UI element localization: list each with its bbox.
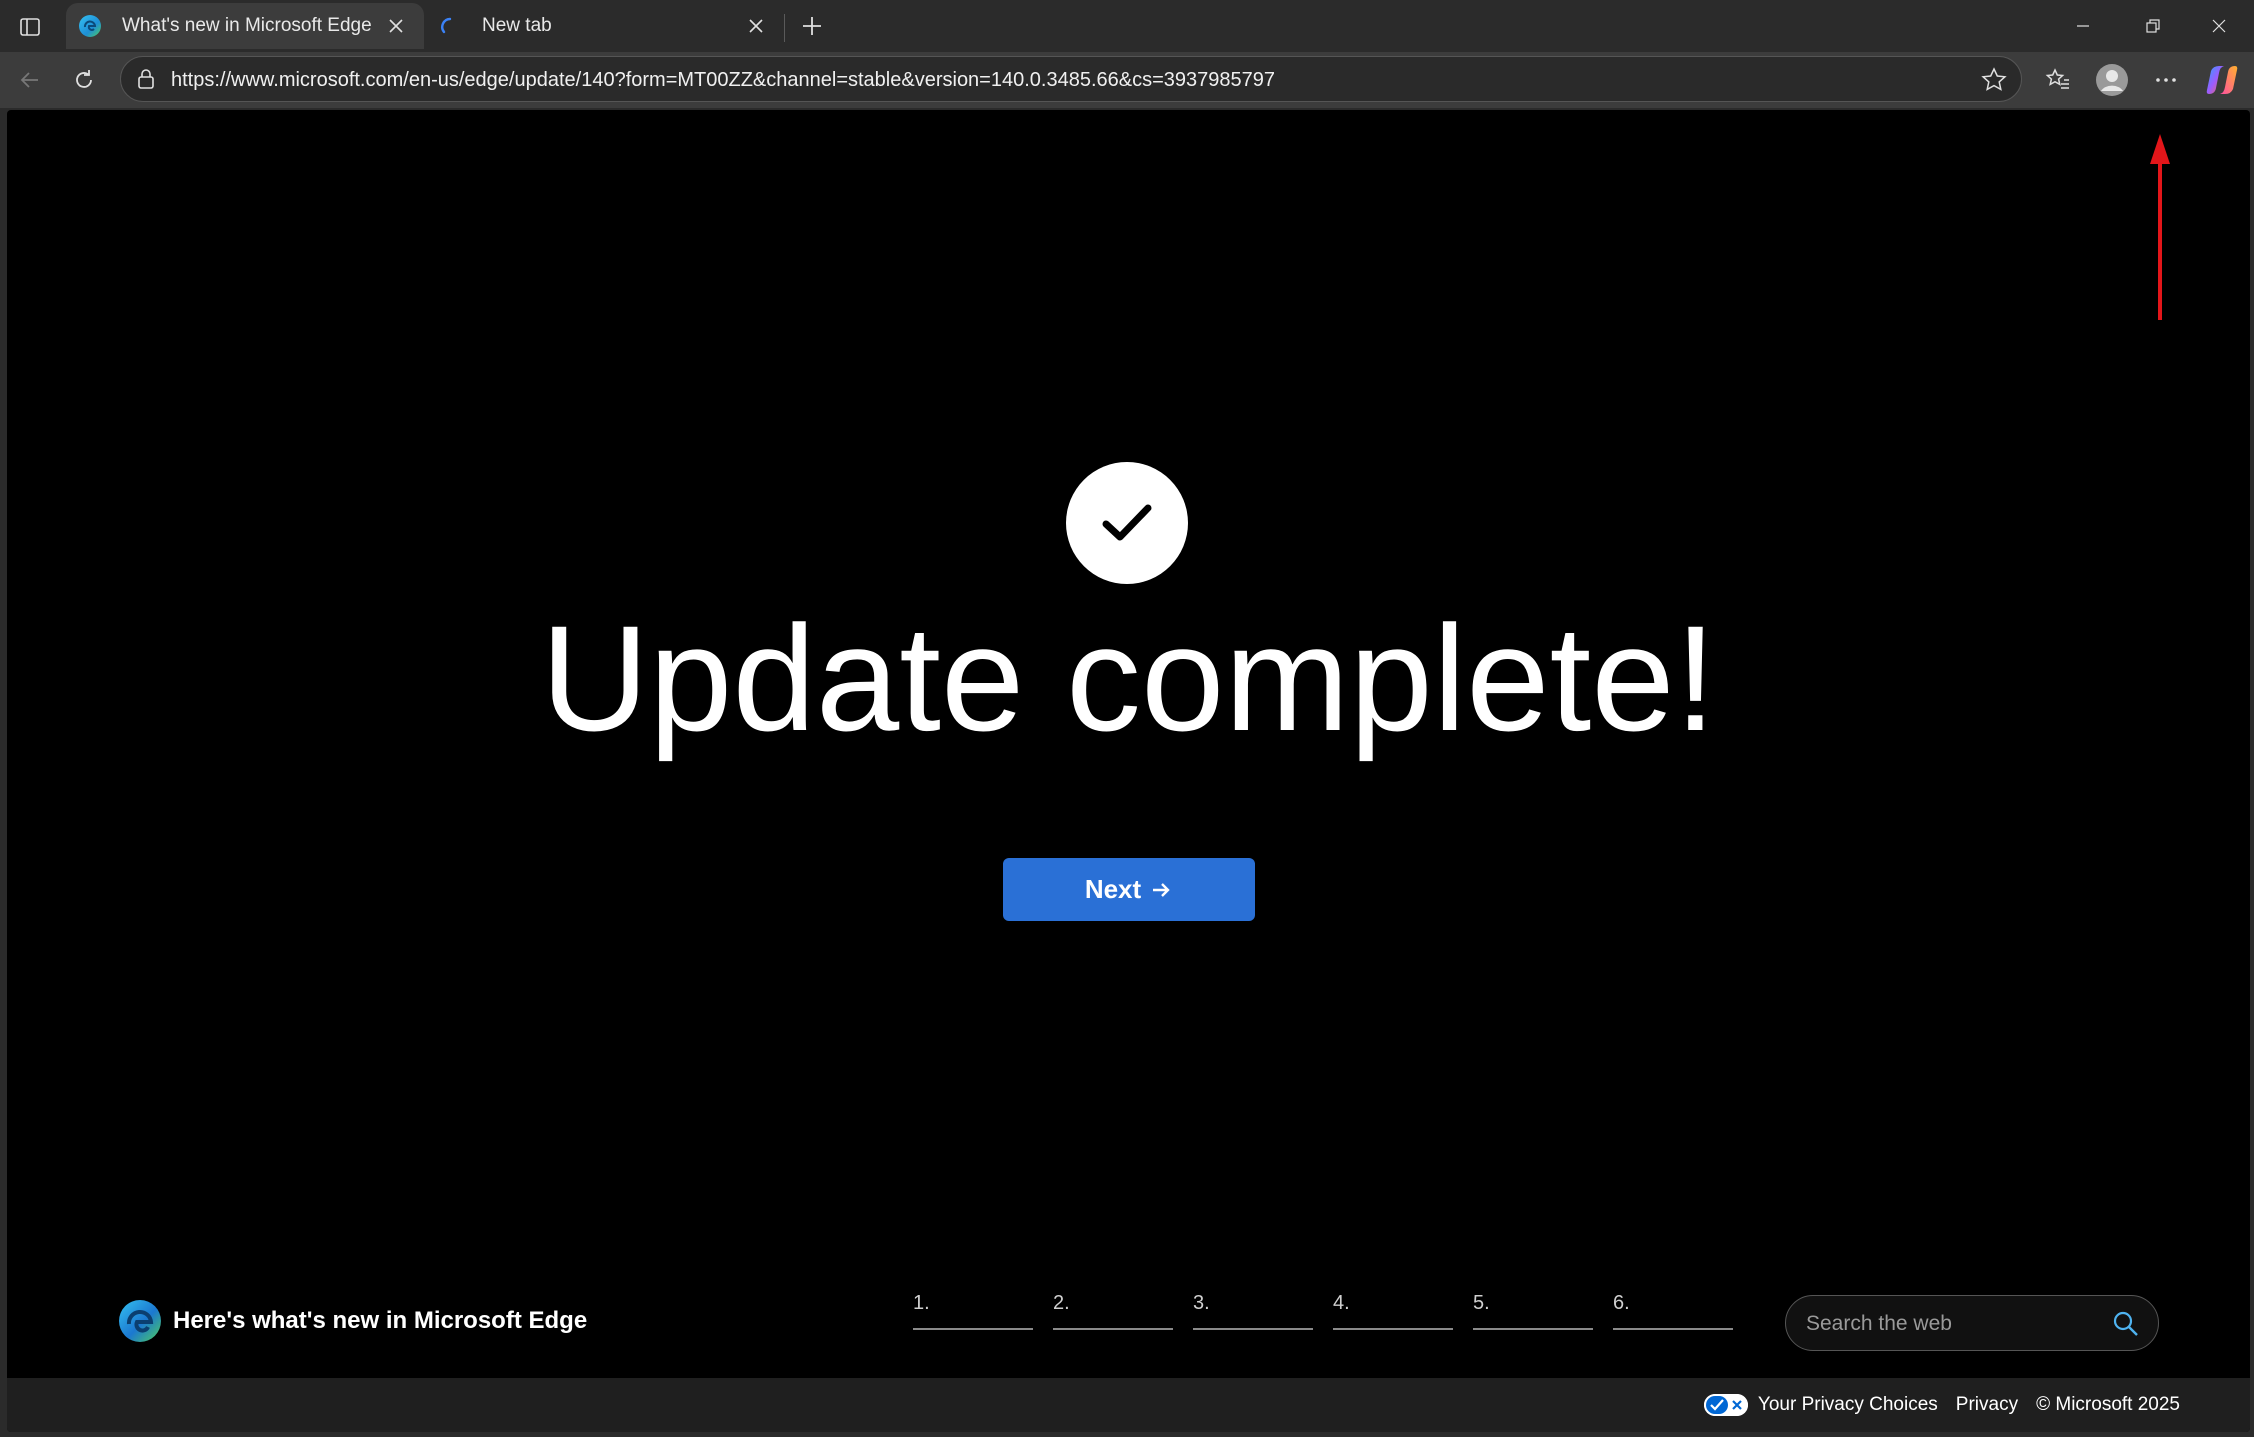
page-footer: Your Privacy Choices Privacy © Microsoft… bbox=[7, 1378, 2250, 1432]
page-headline: Update complete! bbox=[540, 594, 1717, 762]
step-item[interactable]: 4. bbox=[1333, 1288, 1453, 1330]
step-progress: 1. 2. 3. 4. 5. 6. bbox=[913, 1288, 1753, 1330]
restore-icon bbox=[2146, 19, 2160, 33]
address-url[interactable]: https://www.microsoft.com/en-us/edge/upd… bbox=[171, 69, 1275, 92]
step-item[interactable]: 2. bbox=[1053, 1288, 1173, 1330]
copilot-icon bbox=[2206, 66, 2238, 94]
edge-logo-icon bbox=[119, 1300, 161, 1342]
favorite-star-icon[interactable] bbox=[1981, 67, 2007, 93]
next-button-label: Next bbox=[1084, 874, 1142, 904]
tab-title: New tab bbox=[482, 15, 552, 36]
more-options-icon bbox=[2156, 78, 2176, 82]
step-item[interactable]: 1. bbox=[913, 1288, 1033, 1330]
settings-more-button[interactable] bbox=[2146, 60, 2186, 100]
close-icon bbox=[2212, 19, 2226, 33]
sidebar-toggle-icon bbox=[20, 18, 40, 36]
restore-button[interactable] bbox=[2118, 0, 2188, 52]
step-item[interactable]: 3. bbox=[1193, 1288, 1313, 1330]
close-icon bbox=[389, 19, 403, 33]
privacy-link[interactable]: Privacy bbox=[1956, 1394, 2018, 1416]
profile-button[interactable] bbox=[2092, 60, 2132, 100]
copyright-text: © Microsoft 2025 bbox=[2036, 1394, 2180, 1415]
refresh-icon bbox=[76, 70, 92, 88]
title-bar: What's new in Microsoft Edge New tab bbox=[0, 0, 2254, 52]
step-item[interactable]: 6. bbox=[1613, 1288, 1733, 1330]
back-arrow-icon bbox=[20, 72, 38, 88]
annotation-arrow-icon bbox=[2150, 134, 2170, 320]
tab-close-button[interactable] bbox=[382, 12, 410, 40]
new-tab-button[interactable] bbox=[795, 9, 829, 43]
edge-brand: Here's what's new in Microsoft Edge bbox=[117, 1298, 587, 1344]
arrow-right-icon bbox=[1149, 878, 1173, 902]
minimize-button[interactable] bbox=[2048, 0, 2118, 52]
search-placeholder: Search the web bbox=[1806, 1312, 1952, 1335]
tab-close-button[interactable] bbox=[742, 12, 770, 40]
close-icon bbox=[749, 19, 763, 33]
checkmark-icon bbox=[1102, 504, 1152, 541]
lock-icon bbox=[138, 69, 154, 89]
privacy-choices-link[interactable]: Your Privacy Choices bbox=[1758, 1394, 1938, 1416]
minimize-icon bbox=[2077, 25, 2089, 27]
favorites-button[interactable] bbox=[2038, 60, 2078, 100]
tab-actions-button[interactable] bbox=[10, 10, 50, 44]
privacy-choices-toggle-icon[interactable] bbox=[1703, 1394, 1748, 1416]
tab-separator bbox=[784, 14, 785, 42]
browser-toolbar: https://www.microsoft.com/en-us/edge/upd… bbox=[0, 52, 2254, 108]
next-button[interactable]: Next bbox=[1003, 858, 1255, 921]
update-complete-check-badge bbox=[1066, 462, 1188, 584]
refresh-button[interactable] bbox=[64, 60, 104, 100]
copilot-button[interactable] bbox=[2202, 60, 2242, 100]
favorites-icon bbox=[2045, 68, 2069, 89]
search-icon[interactable] bbox=[2112, 1310, 2140, 1338]
loading-spinner-icon bbox=[438, 14, 462, 38]
step-item[interactable]: 5. bbox=[1473, 1288, 1593, 1330]
tab-new-tab[interactable]: New tab bbox=[426, 3, 784, 49]
avatar-icon bbox=[2096, 64, 2128, 96]
tab-title: What's new in Microsoft Edge bbox=[122, 15, 372, 36]
search-input[interactable]: Search the web bbox=[1785, 1295, 2159, 1351]
brand-text: Here's what's new in Microsoft Edge bbox=[173, 1307, 588, 1334]
address-bar[interactable]: https://www.microsoft.com/en-us/edge/upd… bbox=[120, 56, 2022, 102]
back-button[interactable] bbox=[10, 60, 50, 100]
edge-favicon-icon bbox=[78, 14, 102, 38]
page-viewport: Update complete! Next Here's what's new … bbox=[7, 110, 2250, 1432]
tab-whats-new[interactable]: What's new in Microsoft Edge bbox=[66, 3, 424, 49]
plus-icon bbox=[803, 17, 821, 35]
close-window-button[interactable] bbox=[2184, 0, 2254, 52]
